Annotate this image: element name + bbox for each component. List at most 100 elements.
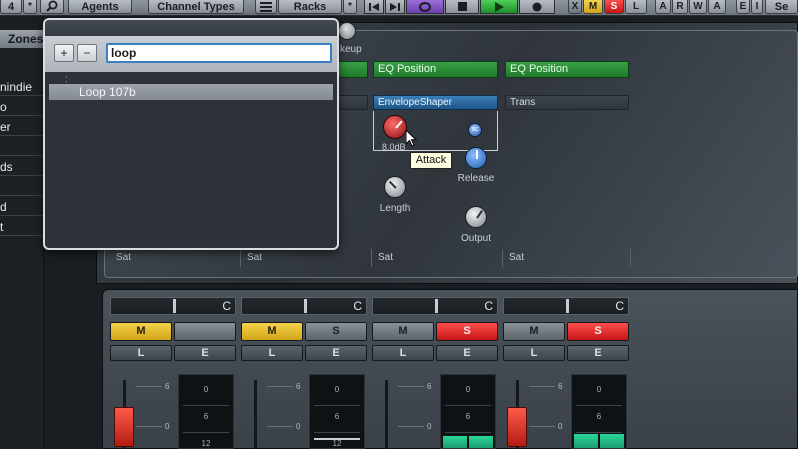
insert-slot-eq-position[interactable]: EQ Position [373, 61, 498, 78]
listen-button[interactable]: L [110, 345, 172, 361]
fader-scale-label: 6 [558, 382, 563, 391]
search-popup: + − : Loop 107b [43, 18, 339, 250]
volume-fader[interactable] [114, 407, 134, 447]
listen-button[interactable]: L [503, 345, 565, 361]
mute-button[interactable]: M [372, 322, 434, 341]
release-knob[interactable] [465, 147, 487, 169]
play-icon [494, 1, 504, 12]
left-list-item[interactable] [0, 178, 44, 196]
stop-button[interactable] [445, 0, 479, 14]
pan-value: C [484, 299, 493, 313]
output-label: Output [460, 233, 492, 244]
edit-button[interactable]: E [436, 345, 498, 361]
toolbar-left-fragment[interactable]: 4 [0, 0, 22, 14]
fader-tick [267, 386, 293, 387]
pan-position-marker [173, 299, 176, 313]
attack-tooltip: Attack [410, 152, 452, 169]
fader-scale-label: 6 [427, 382, 432, 391]
toolbar-left-asterisk[interactable]: * [23, 0, 37, 14]
racks-button[interactable]: Racks [278, 0, 342, 14]
mode-mute-button[interactable]: M [583, 0, 603, 14]
insert-slot-envelope-shaper[interactable]: EnvelopeShaper [373, 95, 498, 110]
racks-menu-button[interactable] [255, 0, 277, 14]
fader-scale-label: 6 [165, 382, 170, 391]
pan-control[interactable]: C [372, 297, 498, 315]
pan-control[interactable]: C [110, 297, 236, 315]
insert-slot-eq-position[interactable]: EQ Position [505, 61, 629, 78]
mode-listen-button[interactable]: L [625, 0, 647, 14]
pan-position-marker [304, 299, 307, 313]
left-list-item[interactable]: o [0, 98, 44, 116]
meter-scale-label: 12 [201, 439, 211, 448]
zones-tab[interactable]: Zones [0, 30, 44, 48]
meter-gridline [445, 432, 491, 433]
edit-button[interactable]: E [174, 345, 236, 361]
fader-track [385, 380, 388, 449]
automation-write-button[interactable]: W [689, 0, 707, 14]
volume-fader[interactable] [507, 407, 527, 447]
left-list-item[interactable]: nindie [0, 78, 44, 96]
automation-read-button[interactable]: R [672, 0, 688, 14]
search-button[interactable] [40, 0, 64, 14]
insert-slot-green[interactable] [338, 61, 368, 78]
meter-scale-label: 6 [203, 412, 209, 421]
pan-control[interactable]: C [241, 297, 367, 315]
record-button[interactable] [519, 0, 555, 14]
listen-button[interactable]: L [372, 345, 434, 361]
listen-button[interactable]: L [241, 345, 303, 361]
mute-button[interactable]: M [110, 322, 172, 341]
sidechain-button[interactable]: sc [468, 123, 482, 137]
meter-gridline [576, 405, 622, 406]
insert-slot-empty[interactable] [338, 95, 368, 110]
fader-track [254, 380, 257, 449]
go-to-end-button[interactable] [385, 0, 405, 14]
solo-button[interactable]: S [436, 322, 498, 341]
toolbar-i-button[interactable]: I [751, 0, 763, 14]
racks-asterisk[interactable]: * [343, 0, 357, 14]
length-knob[interactable] [384, 176, 406, 198]
mute-button[interactable]: M [503, 322, 565, 341]
search-result-item[interactable]: Loop 107b [49, 84, 333, 100]
solo-button[interactable]: S [305, 322, 367, 341]
meter-gridline [183, 432, 229, 433]
pan-control[interactable]: C [503, 297, 629, 315]
agents-button[interactable]: Agents [68, 0, 132, 14]
meter-bar-right [600, 434, 624, 448]
solo-button[interactable] [174, 322, 236, 341]
remove-button[interactable]: − [77, 44, 97, 62]
left-list-item[interactable]: d [0, 198, 44, 216]
go-to-end-icon [390, 2, 400, 11]
left-list-item[interactable]: er [0, 118, 44, 136]
toolbar-e-button[interactable]: E [736, 0, 750, 14]
makeup-knob[interactable] [338, 22, 356, 40]
output-knob[interactable] [465, 206, 487, 228]
insert-slot-trans[interactable]: Trans [505, 95, 629, 110]
left-list-item[interactable]: t [0, 218, 44, 236]
sat-divider [502, 249, 503, 267]
automation-a-button[interactable]: A [655, 0, 671, 14]
automation-a2-button[interactable]: A [708, 0, 726, 14]
add-button[interactable]: + [54, 44, 74, 62]
left-list-item[interactable] [0, 138, 44, 156]
fader-tick [398, 386, 424, 387]
mode-x-button[interactable]: X [568, 0, 582, 14]
left-list-item[interactable]: ds [0, 158, 44, 176]
edit-button[interactable]: E [305, 345, 367, 361]
go-to-start-button[interactable] [364, 0, 384, 14]
toolbar-right-fragment[interactable]: Se [765, 0, 798, 14]
search-input[interactable] [106, 43, 332, 63]
sat-divider [240, 249, 241, 267]
fader-tick [529, 386, 555, 387]
attack-knob[interactable] [383, 115, 407, 139]
cycle-button[interactable] [406, 0, 444, 14]
play-button[interactable] [480, 0, 518, 14]
meter-scale-label: 0 [203, 385, 209, 394]
pan-position-marker [566, 299, 569, 313]
mode-solo-button[interactable]: S [604, 0, 624, 14]
channel-types-button[interactable]: Channel Types [148, 0, 244, 14]
edit-button[interactable]: E [567, 345, 629, 361]
mute-button[interactable]: M [241, 322, 303, 341]
solo-button[interactable]: S [567, 322, 629, 341]
meter-gridline [445, 405, 491, 406]
cycle-icon [419, 1, 431, 12]
